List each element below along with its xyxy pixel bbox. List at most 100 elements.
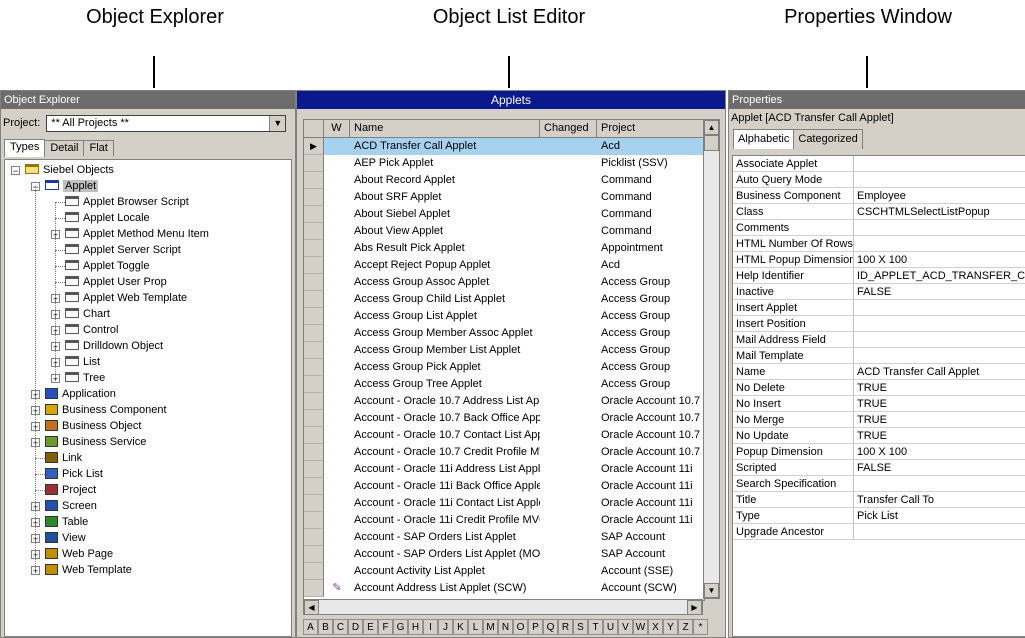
property-value[interactable] bbox=[854, 300, 1025, 315]
tree-item[interactable]: Siebel Objects bbox=[25, 162, 114, 178]
current-row-arrow-icon[interactable]: ▶ bbox=[304, 138, 324, 155]
table-row[interactable]: Access Group Member Assoc Applet Access G… bbox=[304, 325, 704, 342]
row-selector[interactable] bbox=[304, 580, 324, 597]
alpha-button-m[interactable]: M bbox=[483, 619, 498, 635]
tree-item[interactable]: Applet User Prop bbox=[65, 274, 167, 290]
table-row[interactable]: ✎ Account Address List Applet (SCW) Accoun… bbox=[304, 580, 704, 597]
table-row[interactable]: Account - Oracle 11i Credit Profile MVG O… bbox=[304, 512, 704, 529]
row-selector[interactable] bbox=[304, 172, 324, 189]
table-row[interactable]: Account - Oracle 10.7 Back Office Appl Or… bbox=[304, 410, 704, 427]
alpha-button-l[interactable]: L bbox=[468, 619, 483, 635]
table-row[interactable]: Account - SAP Orders List Applet SAP Acco… bbox=[304, 529, 704, 546]
property-value[interactable]: TRUE bbox=[854, 428, 1025, 443]
alpha-button-f[interactable]: F bbox=[378, 619, 393, 635]
row-selector[interactable] bbox=[304, 427, 324, 444]
property-row[interactable]: HTML Number Of Rows bbox=[733, 236, 1025, 252]
tree-item[interactable]: Tree bbox=[65, 370, 105, 386]
tree-item[interactable]: Web Page bbox=[45, 546, 113, 562]
scroll-thumb[interactable] bbox=[704, 135, 719, 151]
table-row[interactable]: Abs Result Pick Applet Appointment bbox=[304, 240, 704, 257]
property-value[interactable]: CSCHTMLSelectListPopup bbox=[854, 204, 1025, 219]
property-row[interactable]: Inactive FALSE bbox=[733, 284, 1025, 300]
property-row[interactable]: Insert Position bbox=[733, 316, 1025, 332]
tree-item[interactable]: Applet Locale bbox=[65, 210, 150, 226]
tree-item[interactable]: Drilldown Object bbox=[65, 338, 163, 354]
table-row[interactable]: About Record Applet Command bbox=[304, 172, 704, 189]
property-row[interactable]: Auto Query Mode bbox=[733, 172, 1025, 188]
property-row[interactable]: Mail Template bbox=[733, 348, 1025, 364]
alpha-button-all[interactable]: * bbox=[693, 619, 708, 635]
alpha-button-t[interactable]: T bbox=[588, 619, 603, 635]
tab-types[interactable]: Types bbox=[4, 139, 46, 157]
tree-item[interactable]: Project bbox=[45, 482, 96, 498]
row-selector[interactable] bbox=[304, 308, 324, 325]
property-row[interactable]: Search Specification bbox=[733, 476, 1025, 492]
property-row[interactable]: Insert Applet bbox=[733, 300, 1025, 316]
table-row[interactable]: About Siebel Applet Command bbox=[304, 206, 704, 223]
property-row[interactable]: No Delete TRUE bbox=[733, 380, 1025, 396]
alpha-button-k[interactable]: K bbox=[453, 619, 468, 635]
row-selector[interactable] bbox=[304, 461, 324, 478]
table-row[interactable]: Account - Oracle 10.7 Credit Profile MV O… bbox=[304, 444, 704, 461]
property-value[interactable]: 100 X 100 bbox=[854, 444, 1025, 459]
table-row[interactable]: About SRF Applet Command bbox=[304, 189, 704, 206]
property-value[interactable] bbox=[854, 156, 1025, 171]
property-value[interactable] bbox=[854, 220, 1025, 235]
table-row[interactable]: Account - Oracle 10.7 Contact List Appl O… bbox=[304, 427, 704, 444]
property-value[interactable] bbox=[854, 348, 1025, 363]
table-row[interactable]: Access Group Child List Applet Access Gro… bbox=[304, 291, 704, 308]
property-value[interactable]: FALSE bbox=[854, 460, 1025, 475]
property-value[interactable]: ID_APPLET_ACD_TRANSFER_C bbox=[854, 268, 1025, 283]
row-selector[interactable] bbox=[304, 291, 324, 308]
row-selector[interactable] bbox=[304, 325, 324, 342]
tree-item[interactable]: Business Object bbox=[45, 418, 141, 434]
alpha-button-h[interactable]: H bbox=[408, 619, 423, 635]
row-selector[interactable] bbox=[304, 478, 324, 495]
property-row[interactable]: No Insert TRUE bbox=[733, 396, 1025, 412]
tree-item[interactable]: Applet Web Template bbox=[65, 290, 187, 306]
table-row[interactable]: Account - Oracle 11i Address List Apple O… bbox=[304, 461, 704, 478]
row-selector[interactable] bbox=[304, 342, 324, 359]
alpha-button-u[interactable]: U bbox=[603, 619, 618, 635]
row-selector[interactable] bbox=[304, 189, 324, 206]
tree-item[interactable]: Applet bbox=[45, 178, 99, 194]
column-header-project[interactable]: Project bbox=[597, 120, 704, 137]
row-selector[interactable] bbox=[304, 512, 324, 529]
table-row[interactable]: Account - Oracle 10.7 Address List App Or… bbox=[304, 393, 704, 410]
property-row[interactable]: Help Identifier ID_APPLET_ACD_TRANSFER_C bbox=[733, 268, 1025, 284]
property-row[interactable]: Associate Applet bbox=[733, 156, 1025, 172]
project-select[interactable]: ** All Projects ** ▼ bbox=[46, 114, 287, 132]
alpha-button-j[interactable]: J bbox=[438, 619, 453, 635]
tree-item[interactable]: Business Service bbox=[45, 434, 146, 450]
row-selector[interactable] bbox=[304, 444, 324, 461]
tree-item[interactable]: List bbox=[65, 354, 100, 370]
row-selector[interactable] bbox=[304, 410, 324, 427]
tree-item[interactable]: Pick List bbox=[45, 466, 103, 482]
table-row[interactable]: About View Applet Command bbox=[304, 223, 704, 240]
column-header-name[interactable]: Name bbox=[350, 120, 540, 137]
table-row[interactable]: Account - Oracle 11i Contact List Apple O… bbox=[304, 495, 704, 512]
tree-item[interactable]: Web Template bbox=[45, 562, 132, 578]
horizontal-scrollbar[interactable]: ◀ ▶ bbox=[303, 599, 703, 615]
property-row[interactable]: Popup Dimension 100 X 100 bbox=[733, 444, 1025, 460]
property-value[interactable]: TRUE bbox=[854, 380, 1025, 395]
table-row[interactable]: AEP Pick Applet Picklist (SSV) bbox=[304, 155, 704, 172]
property-row[interactable]: Business Component Employee bbox=[733, 188, 1025, 204]
row-selector[interactable] bbox=[304, 563, 324, 580]
table-row[interactable]: Account Activity List Applet Account (SSE… bbox=[304, 563, 704, 580]
property-row[interactable]: Title Transfer Call To bbox=[733, 492, 1025, 508]
alpha-button-v[interactable]: V bbox=[618, 619, 633, 635]
row-selector[interactable] bbox=[304, 155, 324, 172]
scroll-right-icon[interactable]: ▶ bbox=[687, 600, 702, 615]
property-value[interactable]: Transfer Call To bbox=[854, 492, 1025, 507]
property-value[interactable] bbox=[854, 524, 1025, 539]
tree-item[interactable]: Control bbox=[65, 322, 118, 338]
table-row[interactable]: Account - SAP Orders List Applet (MO) SAP… bbox=[304, 546, 704, 563]
table-row[interactable]: Access Group Pick Applet Access Group bbox=[304, 359, 704, 376]
property-value[interactable]: 100 X 100 bbox=[854, 252, 1025, 267]
tab-alphabetic[interactable]: Alphabetic bbox=[733, 129, 795, 149]
row-selector[interactable] bbox=[304, 546, 324, 563]
alpha-button-i[interactable]: I bbox=[423, 619, 438, 635]
tree-item[interactable]: Applet Method Menu Item bbox=[65, 226, 209, 242]
row-selector[interactable] bbox=[304, 376, 324, 393]
